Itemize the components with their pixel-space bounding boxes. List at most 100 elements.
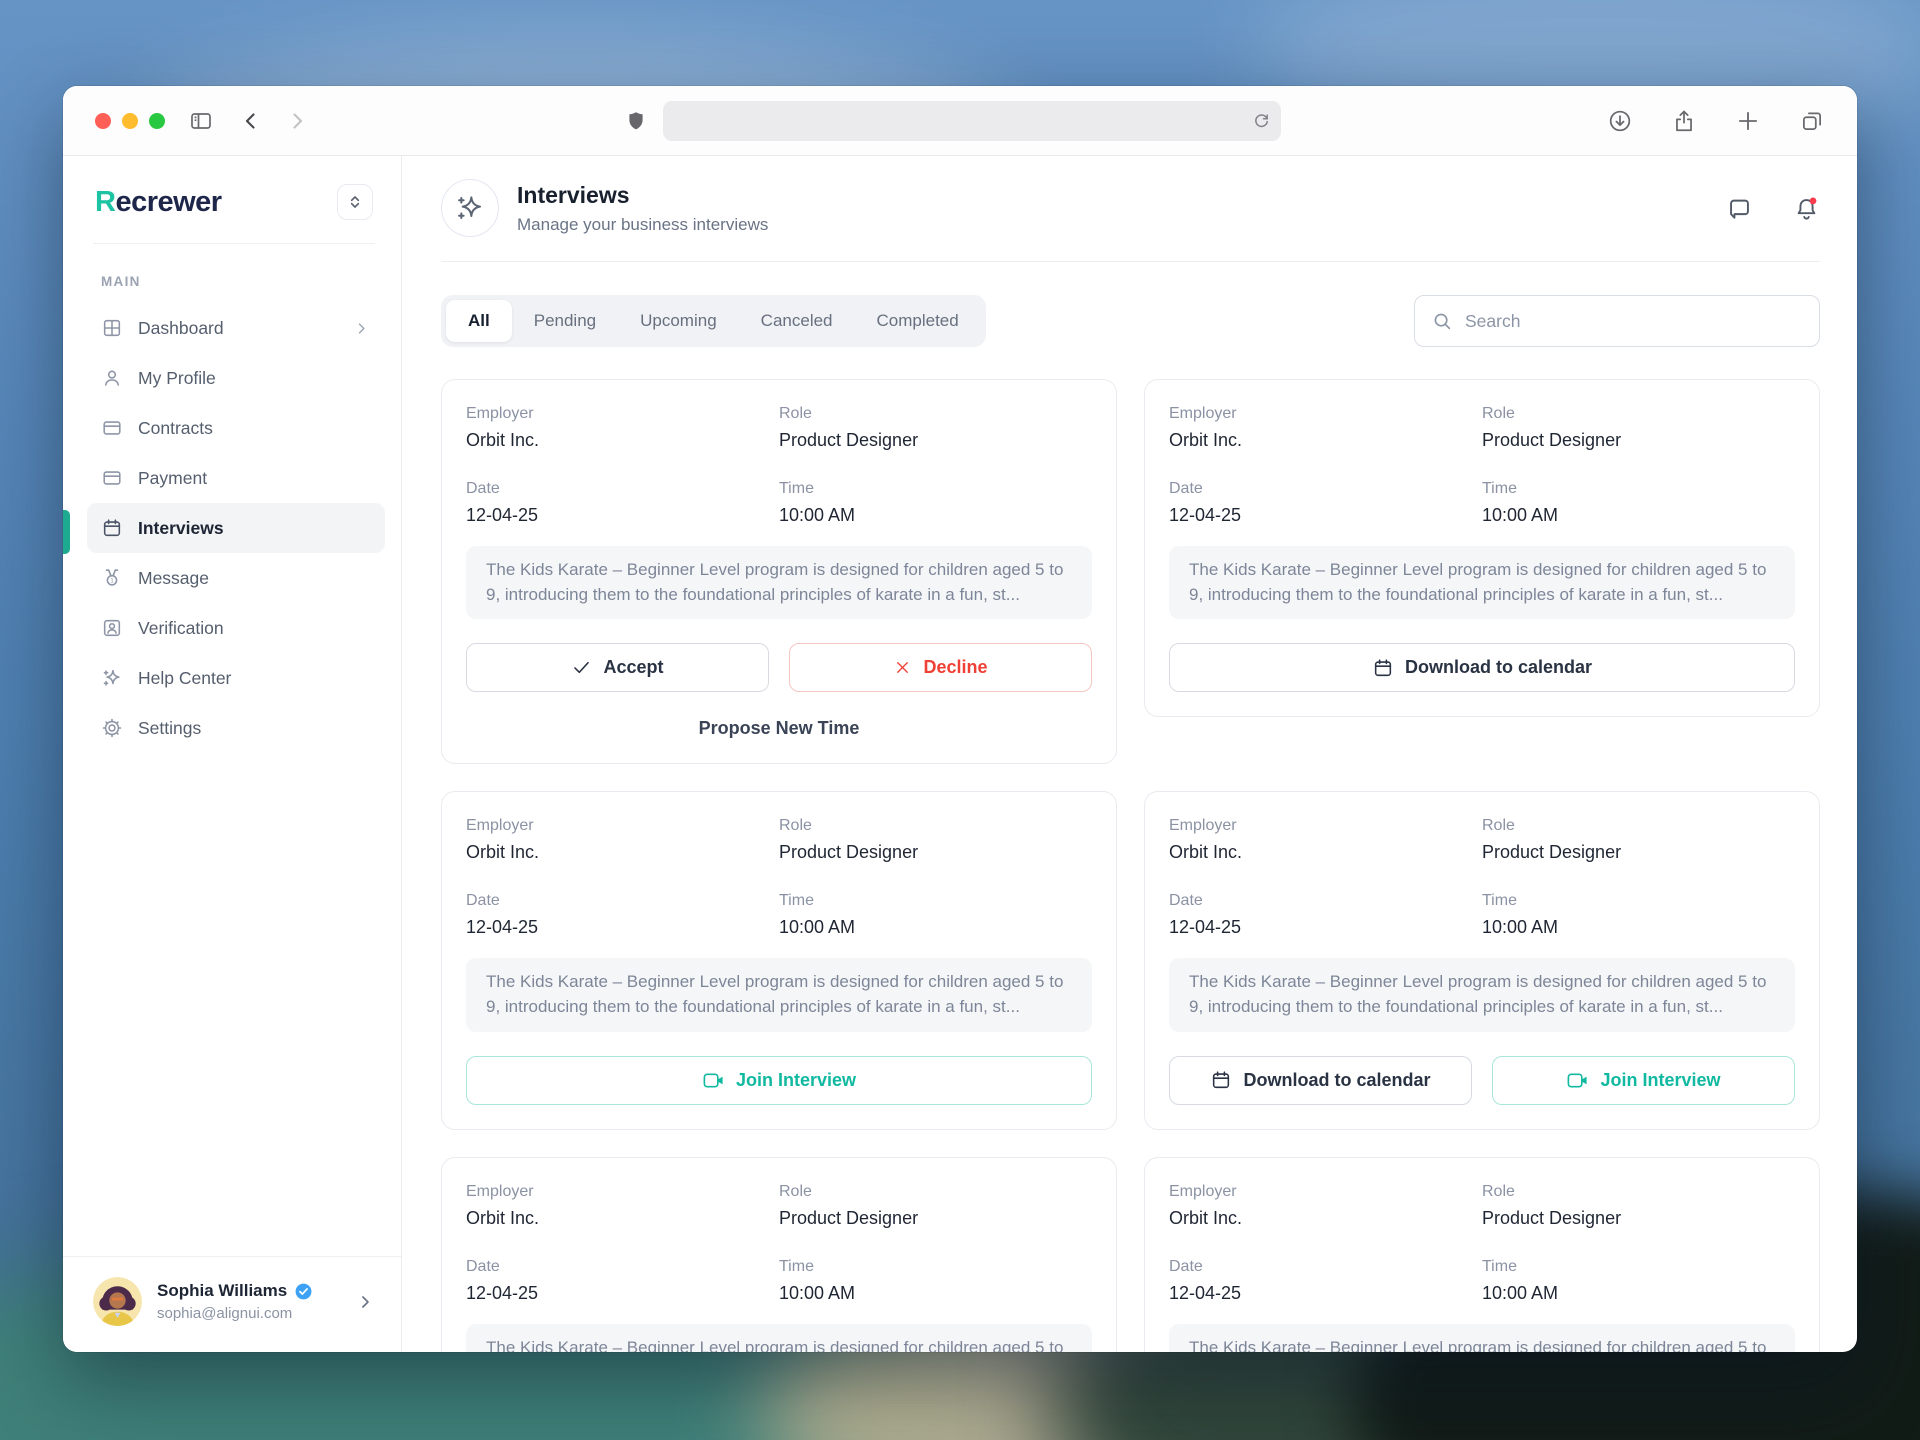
- new-tab-icon[interactable]: [1735, 108, 1761, 134]
- field-label: Employer: [466, 404, 779, 423]
- field-role: Role Product Designer: [779, 1182, 1092, 1229]
- download-button[interactable]: Download to calendar: [1169, 1056, 1472, 1105]
- shield-icon[interactable]: [625, 110, 647, 132]
- tab-all[interactable]: All: [446, 300, 512, 342]
- tab-completed[interactable]: Completed: [855, 300, 981, 342]
- field-employer: Employer Orbit Inc.: [1169, 1182, 1482, 1229]
- video-icon: [1566, 1069, 1589, 1092]
- field-employer: Employer Orbit Inc.: [1169, 816, 1482, 863]
- interview-card: Employer Orbit Inc. Role Product Designe…: [441, 1157, 1117, 1352]
- tab-upcoming[interactable]: Upcoming: [618, 300, 739, 342]
- back-icon[interactable]: [239, 109, 263, 133]
- interview-card: Employer Orbit Inc. Role Product Designe…: [1144, 379, 1820, 717]
- forward-icon[interactable]: [285, 109, 309, 133]
- sidebar-item-payment[interactable]: Payment: [87, 453, 385, 503]
- field-time: Time 10:00 AM: [1482, 1257, 1795, 1304]
- search-box[interactable]: [1414, 295, 1820, 347]
- field-label: Role: [779, 816, 1092, 835]
- sidebar-item-message[interactable]: 1Message: [87, 553, 385, 603]
- field-value: Orbit Inc.: [1169, 1207, 1482, 1229]
- sidebar-item-settings[interactable]: Settings: [87, 703, 385, 753]
- field-value: Product Designer: [1482, 1207, 1795, 1229]
- field-label: Time: [1482, 891, 1795, 910]
- sidebar-toggle-icon[interactable]: [189, 109, 213, 133]
- share-icon[interactable]: [1671, 108, 1697, 134]
- chevron-right-icon: [352, 319, 371, 338]
- interview-description: The Kids Karate – Beginner Level program…: [466, 546, 1092, 619]
- interview-card: Employer Orbit Inc. Role Product Designe…: [1144, 791, 1820, 1129]
- browser-window: Recrewer MAIN DashboardMy ProfileContrac…: [63, 86, 1857, 1352]
- interview-card: Employer Orbit Inc. Role Product Designe…: [441, 379, 1117, 764]
- tab-canceled[interactable]: Canceled: [739, 300, 855, 342]
- field-label: Employer: [1169, 1182, 1482, 1201]
- field-role: Role Product Designer: [1482, 816, 1795, 863]
- field-date: Date 12-04-25: [1169, 891, 1482, 938]
- field-role: Role Product Designer: [1482, 1182, 1795, 1229]
- field-label: Date: [466, 1257, 779, 1276]
- field-label: Date: [1169, 479, 1482, 498]
- field-value: Product Designer: [779, 429, 1092, 451]
- sidebar-nav: DashboardMy ProfileContracts Payment Inter…: [63, 303, 401, 753]
- sidebar-collapse-button[interactable]: [337, 184, 373, 220]
- field-value: 10:00 AM: [779, 916, 1092, 938]
- card-icon: [101, 467, 123, 489]
- field-label: Time: [779, 891, 1092, 910]
- tab-pending[interactable]: Pending: [512, 300, 618, 342]
- close-button[interactable]: [95, 113, 111, 129]
- sidebar-item-label: Message: [138, 568, 209, 589]
- field-date: Date 12-04-25: [466, 1257, 779, 1304]
- chat-icon[interactable]: [1726, 195, 1753, 222]
- sidebar-item-help-center[interactable]: Help Center: [87, 653, 385, 703]
- interview-description: The Kids Karate – Beginner Level program…: [466, 958, 1092, 1031]
- address-bar[interactable]: [663, 101, 1281, 141]
- minimize-button[interactable]: [122, 113, 138, 129]
- join-button[interactable]: Join Interview: [1492, 1056, 1795, 1105]
- x-icon: [893, 658, 912, 677]
- download-button[interactable]: Download to calendar: [1169, 643, 1795, 692]
- check-icon: [571, 657, 592, 678]
- field-time: Time 10:00 AM: [779, 891, 1092, 938]
- accept-button[interactable]: Accept: [466, 643, 769, 692]
- field-role: Role Product Designer: [779, 816, 1092, 863]
- reload-icon[interactable]: [1252, 111, 1271, 130]
- app-logo: Recrewer: [95, 186, 222, 219]
- sidebar-item-my-profile[interactable]: My Profile: [87, 353, 385, 403]
- decline-button[interactable]: Decline: [789, 643, 1092, 692]
- notifications-bell-icon[interactable]: [1793, 195, 1820, 222]
- avatar: [93, 1277, 142, 1326]
- calendar-icon: [101, 517, 123, 539]
- field-value: 10:00 AM: [1482, 1282, 1795, 1304]
- sidebar-item-dashboard[interactable]: Dashboard: [87, 303, 385, 353]
- sidebar-item-label: Payment: [138, 468, 207, 489]
- field-employer: Employer Orbit Inc.: [466, 816, 779, 863]
- field-value: Product Designer: [1482, 841, 1795, 863]
- field-date: Date 12-04-25: [1169, 1257, 1482, 1304]
- downloads-icon[interactable]: [1607, 108, 1633, 134]
- field-value: 10:00 AM: [1482, 504, 1795, 526]
- tab-overview-icon[interactable]: [1799, 108, 1825, 134]
- search-input[interactable]: [1465, 311, 1803, 332]
- sidebar-item-interviews[interactable]: Interviews: [87, 503, 385, 553]
- field-label: Employer: [466, 1182, 779, 1201]
- sidebar-item-verification[interactable]: Verification: [87, 603, 385, 653]
- search-icon: [1431, 310, 1453, 332]
- sidebar-item-contracts[interactable]: Contracts: [87, 403, 385, 453]
- field-label: Date: [1169, 1257, 1482, 1276]
- join-button[interactable]: Join Interview: [466, 1056, 1092, 1105]
- user-profile[interactable]: Sophia Williams sophia@alignui.com: [63, 1256, 401, 1352]
- sidebar-item-label: Help Center: [138, 668, 231, 689]
- profile-chevron-icon[interactable]: [355, 1292, 375, 1312]
- field-label: Time: [779, 1257, 1092, 1276]
- propose-new-time-link[interactable]: Propose New Time: [466, 718, 1092, 739]
- field-value: Product Designer: [779, 841, 1092, 863]
- field-employer: Employer Orbit Inc.: [1169, 404, 1482, 451]
- sidebar-item-label: Settings: [138, 718, 201, 739]
- video-icon: [702, 1069, 725, 1092]
- field-date: Date 12-04-25: [466, 891, 779, 938]
- field-label: Date: [466, 891, 779, 910]
- page-subtitle: Manage your business interviews: [517, 215, 768, 235]
- verified-badge-icon: [294, 1282, 313, 1301]
- field-label: Time: [779, 479, 1092, 498]
- zoom-button[interactable]: [149, 113, 165, 129]
- field-time: Time 10:00 AM: [1482, 479, 1795, 526]
